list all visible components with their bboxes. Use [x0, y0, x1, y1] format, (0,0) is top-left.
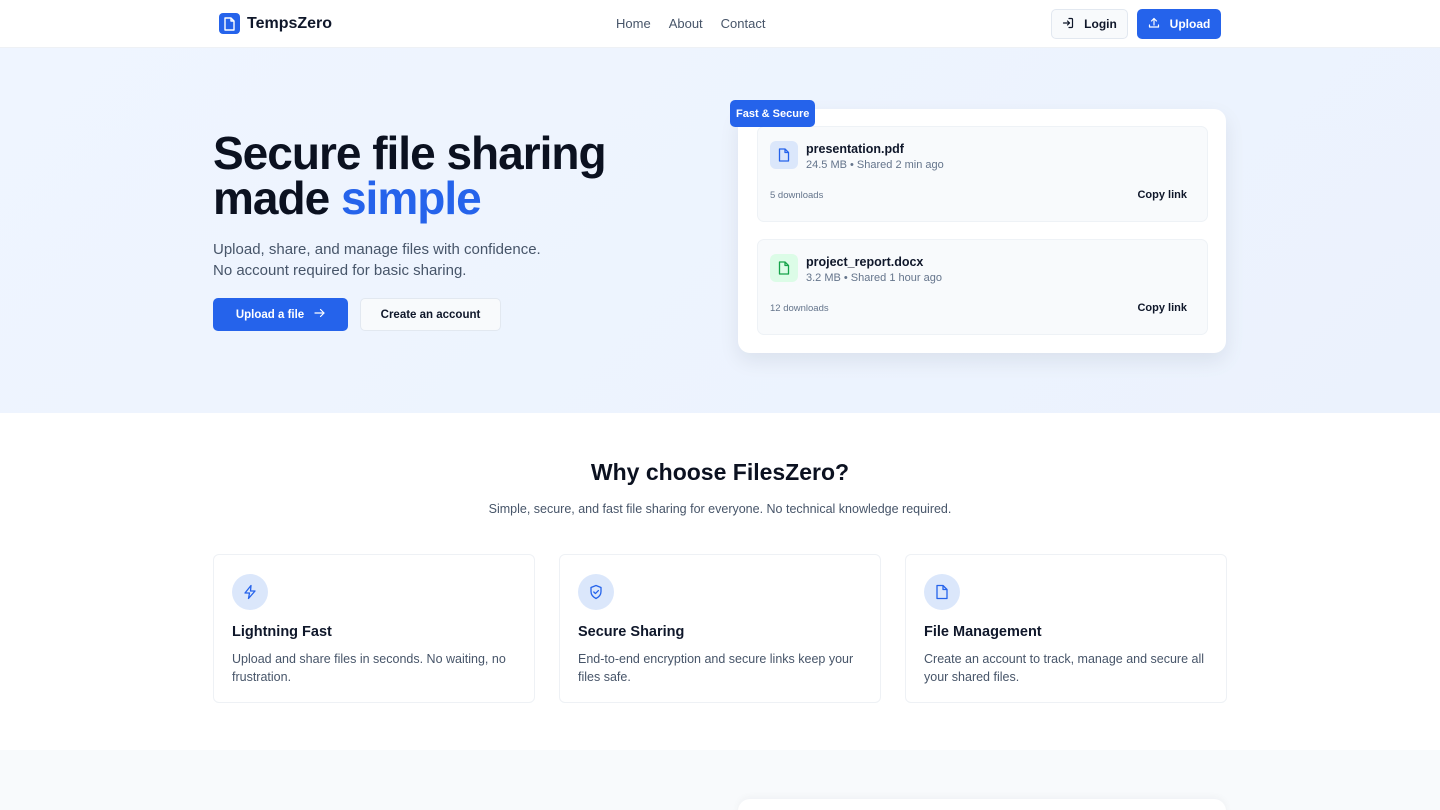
top-navbar: TempsZero Home About Contact Login Uploa… [0, 0, 1440, 48]
file-downloads: 12 downloads [770, 303, 829, 314]
features-section: Why choose FilesZero? Simple, secure, an… [0, 413, 1440, 750]
recent-files-card: presentation.pdf 24.5 MB • Shared 2 min … [738, 109, 1226, 353]
brand-name: TempsZero [247, 14, 333, 32]
create-account-button[interactable]: Create an account [360, 298, 501, 331]
document-icon [770, 254, 798, 282]
main-nav: Home About Contact [616, 16, 765, 31]
document-icon [770, 141, 798, 169]
upload-icon [1148, 17, 1160, 32]
shield-icon [578, 574, 614, 610]
hero-subtitle-line1: Upload, share, and manage files with con… [213, 241, 541, 258]
document-icon [924, 574, 960, 610]
next-section [0, 750, 1440, 810]
create-account-label: Create an account [380, 308, 481, 321]
file-downloads: 5 downloads [770, 190, 824, 201]
features-title: Why choose FilesZero? [590, 459, 850, 485]
upload-file-button[interactable]: Upload a file [213, 298, 348, 331]
hero-subtitle-line2: No account required for basic sharing. [213, 262, 467, 279]
nav-link-contact[interactable]: Contact [721, 16, 766, 31]
login-button[interactable]: Login [1051, 9, 1128, 39]
feature-title: File Management [924, 624, 1042, 640]
brand-logo-link[interactable]: TempsZero [219, 13, 332, 34]
fast-secure-badge: Fast & Secure [730, 100, 816, 127]
hero-subtitle: Upload, share, and manage files with con… [213, 239, 541, 281]
feature-title: Secure Sharing [578, 624, 685, 640]
nav-link-about[interactable]: About [669, 16, 703, 31]
hero-title-prefix: made [213, 172, 341, 224]
next-section-card [738, 799, 1226, 810]
file-item: project_report.docx 3.2 MB • Shared 1 ho… [757, 239, 1208, 335]
feature-card-secure-sharing: Secure Sharing End-to-end encryption and… [559, 554, 881, 703]
login-label: Login [1084, 17, 1117, 31]
document-icon [219, 13, 240, 34]
copy-link-button[interactable]: Copy link [1137, 189, 1187, 201]
lightning-icon [232, 574, 268, 610]
upload-label: Upload [1169, 17, 1211, 31]
feature-description: End-to-end encryption and secure links k… [578, 652, 854, 684]
nav-link-home[interactable]: Home [616, 16, 651, 31]
feature-description: Create an account to track, manage and s… [924, 652, 1205, 684]
file-name: presentation.pdf [806, 142, 904, 156]
file-meta: 24.5 MB • Shared 2 min ago [806, 159, 944, 171]
feature-description: Upload and share files in seconds. No wa… [232, 652, 506, 684]
hero-title-accent: simple [340, 172, 482, 224]
features-subtitle: Simple, secure, and fast file sharing fo… [488, 502, 952, 516]
file-name: project_report.docx [806, 255, 924, 269]
upload-file-label: Upload a file [235, 308, 305, 321]
hero-title: Secure file sharing made simple [213, 130, 607, 224]
feature-card-file-management: File Management Create an account to tra… [905, 554, 1227, 703]
upload-button[interactable]: Upload [1137, 9, 1221, 39]
feature-title: Lightning Fast [232, 624, 332, 640]
login-icon [1062, 17, 1074, 32]
copy-link-button[interactable]: Copy link [1137, 302, 1187, 314]
file-meta: 3.2 MB • Shared 1 hour ago [806, 272, 942, 284]
file-item: presentation.pdf 24.5 MB • Shared 2 min … [757, 126, 1208, 222]
hero-section: Secure file sharing made simple Upload, … [0, 48, 1440, 413]
feature-card-lightning-fast: Lightning Fast Upload and share files in… [213, 554, 535, 703]
arrow-right-icon [314, 308, 325, 321]
